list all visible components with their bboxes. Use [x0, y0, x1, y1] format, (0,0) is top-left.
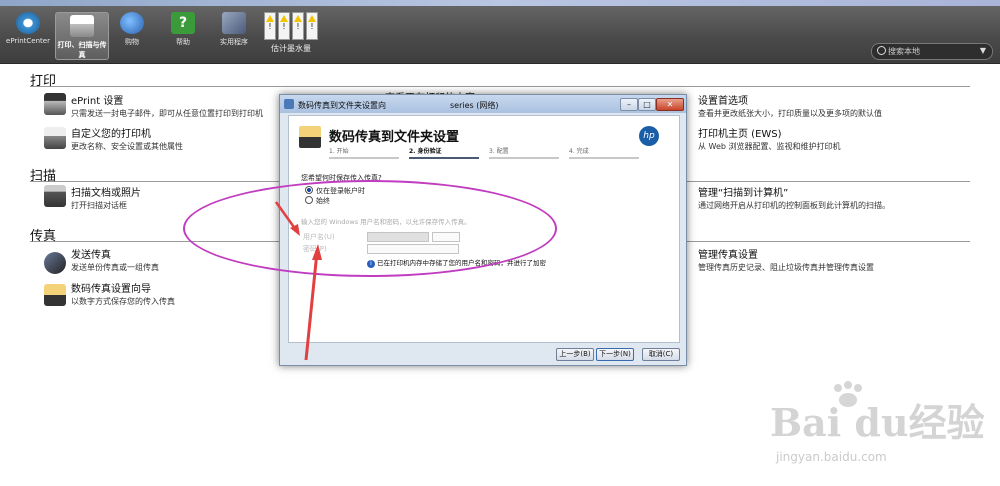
section-title: 扫描: [30, 169, 57, 184]
item-desc: 通过网络开启从打印机的控制面板到此计算机的扫描。: [698, 201, 890, 210]
toolbar-print-scan-fax-button[interactable]: 打印、扫描与传真: [55, 12, 109, 60]
item-desc: 只需发送一封电子邮件，即可从任意位置打印到打印机: [71, 109, 263, 118]
warning-icon: !: [279, 15, 289, 31]
item-title: 发送传真: [71, 250, 111, 261]
printer-icon: [70, 15, 94, 37]
send-fax-icon: [44, 252, 66, 274]
ink-cartridge: !: [278, 12, 290, 40]
toolbar-button-label: 购物: [125, 38, 139, 46]
fax-folder-icon: [299, 126, 321, 148]
toolbar-utilities-button[interactable]: 实用程序: [208, 10, 260, 58]
window-title-bar: [0, 0, 1000, 6]
item-desc: 管理传真历史记录、阻止垃圾传真并管理传真设置: [698, 263, 874, 272]
manage-fax-settings-link[interactable]: 管理传真设置 管理传真历史记录、阻止垃圾传真并管理传真设置: [698, 246, 874, 273]
dialog-title-bar: 数码传真到文件夹设置向 series (网络) – □ ✕: [280, 95, 686, 113]
dialog-heading: 数码传真到文件夹设置: [329, 130, 460, 145]
toolbar-button-label: 打印、扫描与传真: [57, 41, 107, 59]
ink-levels-button[interactable]: ! ! ! ! 估计墨水量: [262, 12, 320, 56]
step-label: 2. 身份验证: [409, 148, 442, 155]
eprint-settings-icon: [44, 93, 66, 115]
toolbar-help-button[interactable]: ? 帮助: [157, 10, 209, 58]
section-title: 打印: [30, 74, 57, 89]
globe-icon: [120, 12, 144, 34]
dialog-title: 数码传真到文件夹设置向: [298, 101, 386, 110]
item-title: 打印机主页 (EWS): [698, 129, 782, 140]
item-title: 数码传真设置向导: [71, 284, 151, 295]
toolbar-eprintcenter-button[interactable]: ePrintCenter: [2, 10, 54, 58]
ink-cartridge: !: [306, 12, 318, 40]
item-title: 自定义您的打印机: [71, 129, 151, 140]
warning-icon: !: [293, 15, 303, 31]
app-icon: [284, 99, 294, 109]
toolbar-button-label: 帮助: [176, 38, 190, 46]
minimize-button[interactable]: –: [620, 98, 638, 111]
step-label: 3. 配置: [489, 148, 509, 155]
item-desc: 更改名称、安全设置或其他属性: [71, 142, 183, 151]
set-preferences-link[interactable]: 设置首选项 查看并更改纸张大小，打印质量以及更多项的默认值: [698, 92, 882, 119]
back-button[interactable]: 上一步(B): [556, 348, 594, 361]
item-desc: 从 Web 浏览器配置、监视和维护打印机: [698, 142, 841, 151]
watermark-url: jingyan.baidu.com: [776, 450, 887, 464]
maximize-button[interactable]: □: [638, 98, 656, 111]
item-desc: 查看并更改纸张大小，打印质量以及更多项的默认值: [698, 109, 882, 118]
customize-printer-link[interactable]: 自定义您的打印机 更改名称、安全设置或其他属性: [71, 125, 183, 152]
section-print: 打印: [30, 70, 970, 89]
item-title: 管理传真设置: [698, 250, 758, 261]
main-toolbar: ePrintCenter 打印、扫描与传真 购物 ? 帮助 实用程序 ! ! !…: [0, 0, 1000, 64]
printer-home-page-link[interactable]: 打印机主页 (EWS) 从 Web 浏览器配置、监视和维护打印机: [698, 125, 841, 152]
item-desc: 以数字方式保存您的传入传真: [71, 297, 175, 306]
toolbar-shopping-button[interactable]: 购物: [106, 10, 158, 58]
watermark-text: Bai du经验: [770, 400, 985, 445]
help-icon: ?: [171, 12, 195, 34]
wizard-step-finish: 4. 完成: [569, 146, 639, 159]
wizard-step-configure: 3. 配置: [489, 146, 559, 159]
search-icon: [877, 46, 886, 55]
item-desc: 打开扫描对话框: [71, 201, 127, 210]
warning-icon: !: [265, 15, 275, 31]
customize-printer-icon: [44, 127, 66, 149]
item-desc: 发送单份传真或一组传真: [71, 263, 159, 272]
tools-icon: [222, 12, 246, 34]
step-label: 1. 开始: [329, 148, 349, 155]
item-title: ePrint 设置: [71, 96, 124, 107]
wizard-step-authentication: 2. 身份验证: [409, 146, 479, 159]
item-title: 管理“扫描到计算机”: [698, 188, 789, 199]
scanner-icon: [44, 185, 66, 207]
digital-fax-setup-link[interactable]: 数码传真设置向导 以数字方式保存您的传入传真: [71, 280, 175, 307]
ink-cartridges: ! ! ! !: [262, 12, 320, 40]
digital-fax-icon: [44, 284, 66, 306]
send-fax-link[interactable]: 发送传真 发送单份传真或一组传真: [71, 246, 159, 273]
close-button[interactable]: ✕: [656, 98, 684, 111]
manage-scan-to-computer-link[interactable]: 管理“扫描到计算机” 通过网络开启从打印机的控制面板到此计算机的扫描。: [698, 184, 890, 211]
wizard-step-start: 1. 开始: [329, 146, 399, 159]
next-button[interactable]: 下一步(N): [596, 348, 634, 361]
chevron-down-icon[interactable]: ▼: [980, 46, 986, 55]
warning-icon: !: [307, 15, 317, 31]
section-title: 传真: [30, 229, 57, 244]
hp-logo: hp: [639, 126, 659, 146]
search-placeholder: 搜索本地: [888, 47, 920, 56]
toolbar-button-label: ePrintCenter: [6, 37, 50, 45]
item-title: 设置首选项: [698, 96, 748, 107]
ink-cartridge: !: [264, 12, 276, 40]
annotation-ellipse: [183, 180, 557, 277]
step-label: 4. 完成: [569, 148, 589, 155]
ink-cartridge: !: [292, 12, 304, 40]
ink-levels-label: 估计墨水量: [271, 44, 311, 53]
search-box[interactable]: 搜索本地 ▼: [871, 43, 993, 60]
eprint-icon: [16, 12, 40, 34]
item-title: 扫描文档或照片: [71, 188, 141, 199]
baidu-watermark: Bai du经验 jingyan.baidu.com: [770, 380, 985, 475]
dialog-printer-series: series (网络): [450, 101, 499, 110]
scan-document-link[interactable]: 扫描文档或照片 打开扫描对话框: [71, 184, 141, 211]
toolbar-button-label: 实用程序: [220, 38, 248, 46]
eprint-settings-link[interactable]: ePrint 设置 只需发送一封电子邮件，即可从任意位置打印到打印机: [71, 92, 263, 119]
cancel-button[interactable]: 取消(C): [642, 348, 680, 361]
